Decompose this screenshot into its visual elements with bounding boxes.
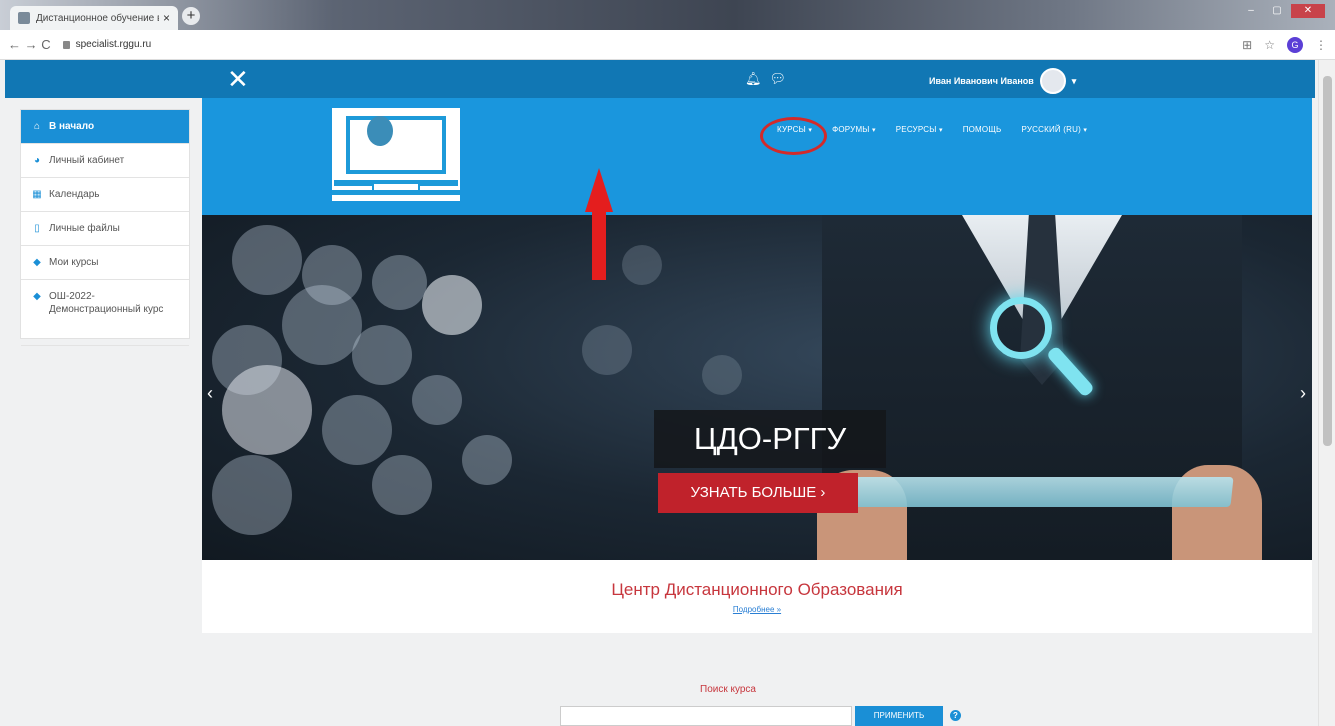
graduation-cap-icon: ◆ — [33, 291, 41, 302]
browser-tab[interactable]: Дистанционное обучение в РГГ × — [10, 6, 178, 30]
menu-label: ФОРУМЫ — [832, 125, 870, 134]
learn-more-button[interactable]: УЗНАТЬ БОЛЬШЕ › — [658, 473, 858, 513]
annotation-arrow-head — [585, 168, 613, 212]
course-search-input[interactable] — [560, 706, 852, 726]
translate-icon[interactable]: ⊞ — [1242, 38, 1252, 52]
bokeh-light — [322, 395, 392, 465]
drawer-item-label: Личные файлы — [49, 223, 120, 234]
drawer-item-calendar[interactable]: ▦ Календарь — [21, 178, 189, 212]
more-link[interactable]: Подробнее » — [202, 605, 1312, 614]
lock-icon — [62, 40, 70, 49]
browser-tab-bar: Дистанционное обучение в РГГ × + – ▢ ✕ — [0, 0, 1335, 30]
site-header: КУРСЫ ▾ ФОРУМЫ ▾ РЕСУРСЫ ▾ ПОМОЩЬ РУССКИ… — [202, 98, 1312, 215]
menu-item-forums[interactable]: ФОРУМЫ ▾ — [832, 125, 876, 134]
bokeh-light — [412, 375, 462, 425]
navbar-icons: 🔔︎ 💬︎ — [745, 71, 786, 87]
hero-title: ЦДО-РГГУ — [654, 410, 886, 468]
bell-icon[interactable]: 🔔︎ — [745, 71, 762, 87]
user-menu[interactable]: Иван Иванович Иванов ▾ — [929, 68, 1076, 94]
window-controls: – ▢ ✕ — [1239, 4, 1325, 18]
bokeh-light — [462, 435, 512, 485]
page-scrollbar[interactable] — [1318, 60, 1335, 726]
bokeh-light — [702, 355, 742, 395]
chevron-down-icon: ▾ — [938, 127, 943, 134]
hero-slider: ЦДО-РГГУ УЗНАТЬ БОЛЬШЕ › ‹ › — [202, 215, 1312, 560]
drawer-item-label: Календарь — [49, 189, 100, 200]
new-tab-button[interactable]: + — [182, 7, 200, 25]
bokeh-light — [582, 325, 632, 375]
drawer-item-label: В начало — [49, 121, 95, 132]
favicon-icon — [18, 12, 30, 24]
menu-item-resources[interactable]: РЕСУРСЫ ▾ — [896, 125, 943, 134]
menu-item-language[interactable]: РУССКИЙ (RU) ▾ — [1022, 125, 1088, 134]
site-logo[interactable] — [332, 108, 460, 201]
file-icon: ▯ — [34, 223, 40, 234]
annotation-arrow-shaft — [592, 208, 606, 280]
menu-item-help[interactable]: ПОМОЩЬ — [963, 125, 1002, 134]
browser-actions: ⊞ ☆ G ⋮ — [1242, 36, 1327, 53]
star-icon[interactable]: ☆ — [1264, 38, 1275, 52]
drawer-close-icon[interactable]: ✕ — [227, 65, 249, 93]
chevron-down-icon: ▾ — [1071, 75, 1077, 86]
logo-screen — [346, 116, 446, 174]
logo-emblem — [367, 116, 393, 146]
profile-avatar-icon[interactable]: G — [1287, 36, 1303, 53]
site-navbar: ✕ 🔔︎ 💬︎ Иван Иванович Иванов ▾ — [5, 60, 1315, 98]
menu-label: РЕСУРСЫ — [895, 125, 937, 134]
bokeh-light — [622, 245, 662, 285]
chat-icon[interactable]: 💬︎ — [770, 71, 787, 87]
tab-title: Дистанционное обучение в РГГ — [36, 12, 159, 24]
url-text: specialist.rggu.ru — [75, 39, 152, 50]
drawer-item-my-courses[interactable]: ◆ Мои курсы — [21, 246, 189, 280]
slider-next-icon[interactable]: › — [1300, 383, 1306, 404]
info-band: Центр Дистанционного Образования Подробн… — [202, 560, 1312, 633]
bokeh-light — [352, 325, 412, 385]
maximize-icon[interactable]: ▢ — [1265, 4, 1289, 18]
drawer-item-files[interactable]: ▯ Личные файлы — [21, 212, 189, 246]
bokeh-light — [372, 455, 432, 515]
dashboard-icon: ◕ — [33, 155, 41, 166]
logo-base — [332, 190, 460, 195]
drawer-item-label: Мои курсы — [49, 257, 99, 268]
bokeh-light — [232, 225, 302, 295]
user-avatar — [1039, 68, 1066, 94]
center-title: Центр Дистанционного Образования — [611, 580, 903, 599]
drawer-item-home[interactable]: ⌂ В начало — [21, 110, 189, 144]
apply-button[interactable]: ПРИМЕНИТЬ — [855, 706, 943, 726]
menu-label: РУССКИЙ (RU) — [1021, 125, 1081, 134]
bokeh-light — [372, 255, 427, 310]
drawer-item-label: Личный кабинет — [49, 155, 125, 166]
bokeh-light — [282, 285, 362, 365]
tab-close-icon[interactable]: × — [163, 11, 170, 25]
minimize-icon[interactable]: – — [1239, 4, 1263, 18]
scrollbar-thumb[interactable] — [1323, 76, 1332, 446]
drawer-item-course[interactable]: ◆ ОШ-2022-Демонстрационный курс — [21, 280, 189, 346]
hero-tablet — [850, 477, 1234, 507]
calendar-icon: ▦ — [32, 189, 42, 200]
home-icon: ⌂ — [33, 121, 41, 132]
bokeh-light — [222, 365, 312, 455]
bokeh-light — [422, 275, 482, 335]
slider-prev-icon[interactable]: ‹ — [207, 383, 213, 404]
menu-label: ПОМОЩЬ — [962, 125, 1002, 134]
drawer-item-dashboard[interactable]: ◕ Личный кабинет — [21, 144, 189, 178]
drawer-item-label: ОШ-2022-Демонстрационный курс — [49, 291, 164, 315]
bokeh-light — [212, 455, 292, 535]
nav-drawer: ⌂ В начало ◕ Личный кабинет ▦ Календарь … — [20, 109, 190, 346]
url-field[interactable]: specialist.rggu.ru — [62, 39, 152, 50]
browser-nav-buttons[interactable]: ← → C — [8, 37, 51, 52]
window-close-icon[interactable]: ✕ — [1291, 4, 1325, 18]
chevron-down-icon: ▾ — [872, 127, 876, 134]
graduation-cap-icon: ◆ — [33, 257, 41, 268]
user-name: Иван Иванович Иванов — [929, 76, 1034, 86]
chevron-down-icon: ▾ — [1083, 127, 1088, 134]
annotation-oval — [760, 117, 827, 155]
help-icon[interactable]: ? — [950, 710, 961, 721]
address-bar: ← → C specialist.rggu.ru ⊞ ☆ G ⋮ — [0, 30, 1335, 60]
browser-menu-icon[interactable]: ⋮ — [1315, 38, 1327, 52]
course-search-label: Поиск курса — [700, 684, 756, 695]
magnifier-icon — [990, 297, 1052, 359]
